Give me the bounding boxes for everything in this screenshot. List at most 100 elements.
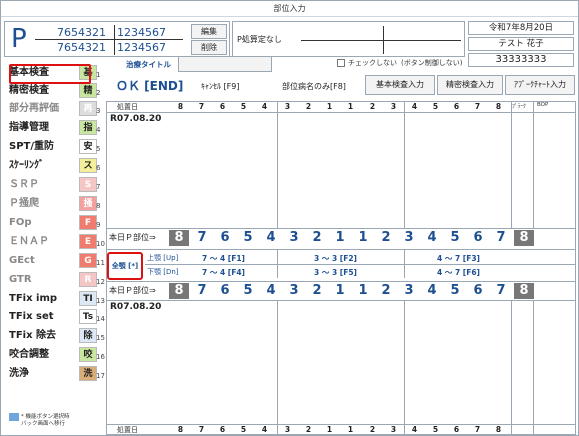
tooth-select-button[interactable]: 7 [192,230,212,246]
tooth-select-button[interactable]: 7 [192,283,212,299]
sidebar-item-11[interactable]: GEct G [9,252,97,269]
upper-q2-button[interactable]: 3 ～ 3 [F2] [314,253,357,264]
sidebar-item-2[interactable]: 精密検査 精 [9,82,97,99]
sidebar-item-17[interactable]: 洗浄 洗 [9,365,97,382]
tooth-select-button[interactable]: 2 [376,283,396,299]
sidebar-item-12[interactable]: GTR R [9,271,97,288]
apache-chart-input-button[interactable]: ｱﾌﾟｰｸﾁｬｰﾄ入力 [505,75,575,95]
button-disabled-note: (ボタン制御しない) [401,59,463,67]
tooth-select-button[interactable]: 3 [399,283,419,299]
sidebar-item-label: ＥＮＡＰ [9,236,49,247]
tooth-select-button[interactable]: 8 [169,283,189,299]
tooth-select-button[interactable]: 6 [215,283,235,299]
tooth-select-button[interactable]: 1 [353,230,373,246]
tooth-select-button[interactable]: 4 [261,230,281,246]
sidebar-item-label: GTR [9,274,32,285]
tooth-select-button[interactable]: 8 [514,283,534,299]
all-teeth-button[interactable]: 全顎 [*] [107,252,143,280]
delete-button[interactable]: 削除 [191,40,227,55]
tooth-header-number: 4 [261,425,268,434]
upper-q1-button[interactable]: 7 ～ 4 [F1] [202,253,245,264]
patient-name: テスト 花子 [468,37,574,51]
tooth-header-number: 2 [305,425,312,434]
tooth-select-button[interactable]: 3 [284,230,304,246]
sidebar-row-number: 9 [96,221,101,229]
check-checkbox[interactable] [337,59,345,67]
sidebar-item-8[interactable]: Ｐ掻爬 掻 [9,195,97,212]
upper-header-label: 処置日 [117,103,138,111]
tooth-select-button[interactable]: 1 [330,283,350,299]
treatment-title-input[interactable] [178,56,272,72]
tooth-header-number: 2 [305,102,312,111]
bottom-header-label: 処置日 [117,426,138,434]
tooth-select-button[interactable]: 4 [261,283,281,299]
cancel-button[interactable]: ｷｬﾝｾﾙ [F9] [201,81,239,92]
p-calc-label: P処算定なし [237,35,282,44]
sidebar-item-9[interactable]: FOp F [9,214,97,231]
lower-q1-button[interactable]: 7 ～ 4 [F4] [202,267,245,278]
edit-button[interactable]: 編集 [191,24,227,39]
sidebar-item-4[interactable]: 指導管理 指 [9,119,97,136]
tooth-select-button[interactable]: 5 [445,283,465,299]
sidebar-item-tag: 精 [79,83,97,98]
tooth-select-button[interactable]: 4 [422,283,442,299]
tooth-select-button[interactable]: 2 [307,230,327,246]
tooth-header-number: 3 [390,425,397,434]
sidebar-item-15[interactable]: TFix 除去 除 [9,327,97,344]
sidebar-item-tag: 咬 [79,347,97,362]
tooth-select-button[interactable]: 5 [238,230,258,246]
sidebar-item-tag: 再 [79,101,97,116]
sidebar-item-5[interactable]: SPT/重防 安 [9,138,97,155]
tooth-select-button[interactable]: 8 [169,230,189,246]
tooth-header-number: 1 [326,425,333,434]
check-label: チェックしない [348,59,397,67]
precise-exam-input-button[interactable]: 精密検査入力 [437,75,503,95]
sidebar-row-number: 11 [96,259,105,267]
tooth-select-button[interactable]: 7 [491,283,511,299]
tooth-header-number: 1 [326,102,333,111]
tooth-select-button[interactable]: 6 [215,230,235,246]
sidebar-item-7[interactable]: ＳＲＰ S [9,176,97,193]
sidebar-item-10[interactable]: ＥＮＡＰ E [9,233,97,250]
sidebar-item-3[interactable]: 部分再評価 再 [9,100,97,117]
tooth-select-button[interactable]: 3 [399,230,419,246]
part-only-button[interactable]: 部位病名のみ[F8] [282,81,346,92]
lower-q2-button[interactable]: 3 ～ 3 [F5] [314,267,357,278]
upper-jaw-label[interactable]: 上顎 [Up] [147,253,178,263]
sidebar-item-label: TFix 除去 [9,330,57,341]
sidebar-item-label: ｽｹｰﾘﾝｸﾞ [9,160,44,171]
tooth-select-button[interactable]: 4 [422,230,442,246]
tooth-select-button[interactable]: 5 [238,283,258,299]
tooth-select-button[interactable]: 1 [330,230,350,246]
tooth-select-button[interactable]: 2 [307,283,327,299]
tooth-select-button[interactable]: 8 [514,230,534,246]
lower-jaw-label[interactable]: 下顎 [Dn] [147,267,179,277]
tooth-header-number: 5 [432,425,439,434]
upper-q3-button[interactable]: 4 ～ 7 [F3] [437,253,480,264]
tooth-header-number: 5 [432,102,439,111]
tooth-select-button[interactable]: 3 [284,283,304,299]
tooth-select-button[interactable]: 6 [468,230,488,246]
sidebar-item-13[interactable]: TFix imp TI [9,290,97,307]
bop-label: BOP [537,102,549,108]
tooth-select-button[interactable]: 1 [353,283,373,299]
tooth-select-button[interactable]: 7 [491,230,511,246]
tooth-select-button[interactable]: 6 [468,283,488,299]
sidebar-item-label: TFix set [9,311,54,322]
basic-exam-input-button[interactable]: 基本検査入力 [365,75,435,95]
tooth-header-number: 8 [177,425,184,434]
lower-q3-button[interactable]: 4 ～ 7 [F6] [437,267,480,278]
ok-button[interactable]: ＯＫ [END] [116,77,183,94]
sidebar-row-number: 16 [96,353,105,361]
tooth-select-button[interactable]: 5 [445,230,465,246]
sidebar-item-6[interactable]: ｽｹｰﾘﾝｸﾞ ス [9,157,97,174]
sidebar-row-number: 14 [96,315,105,323]
sidebar-item-14[interactable]: TFix set Ts [9,308,97,325]
sidebar-item-label: Ｐ掻爬 [9,198,39,209]
sidebar-row-number: 12 [96,278,105,286]
tooth-header-number: 5 [240,425,247,434]
today-label: 本日Ｐ部位⇒ [109,233,156,242]
sidebar-item-label: 指導管理 [9,122,49,133]
sidebar-item-16[interactable]: 咬合調整 咬 [9,346,97,363]
tooth-select-button[interactable]: 2 [376,230,396,246]
